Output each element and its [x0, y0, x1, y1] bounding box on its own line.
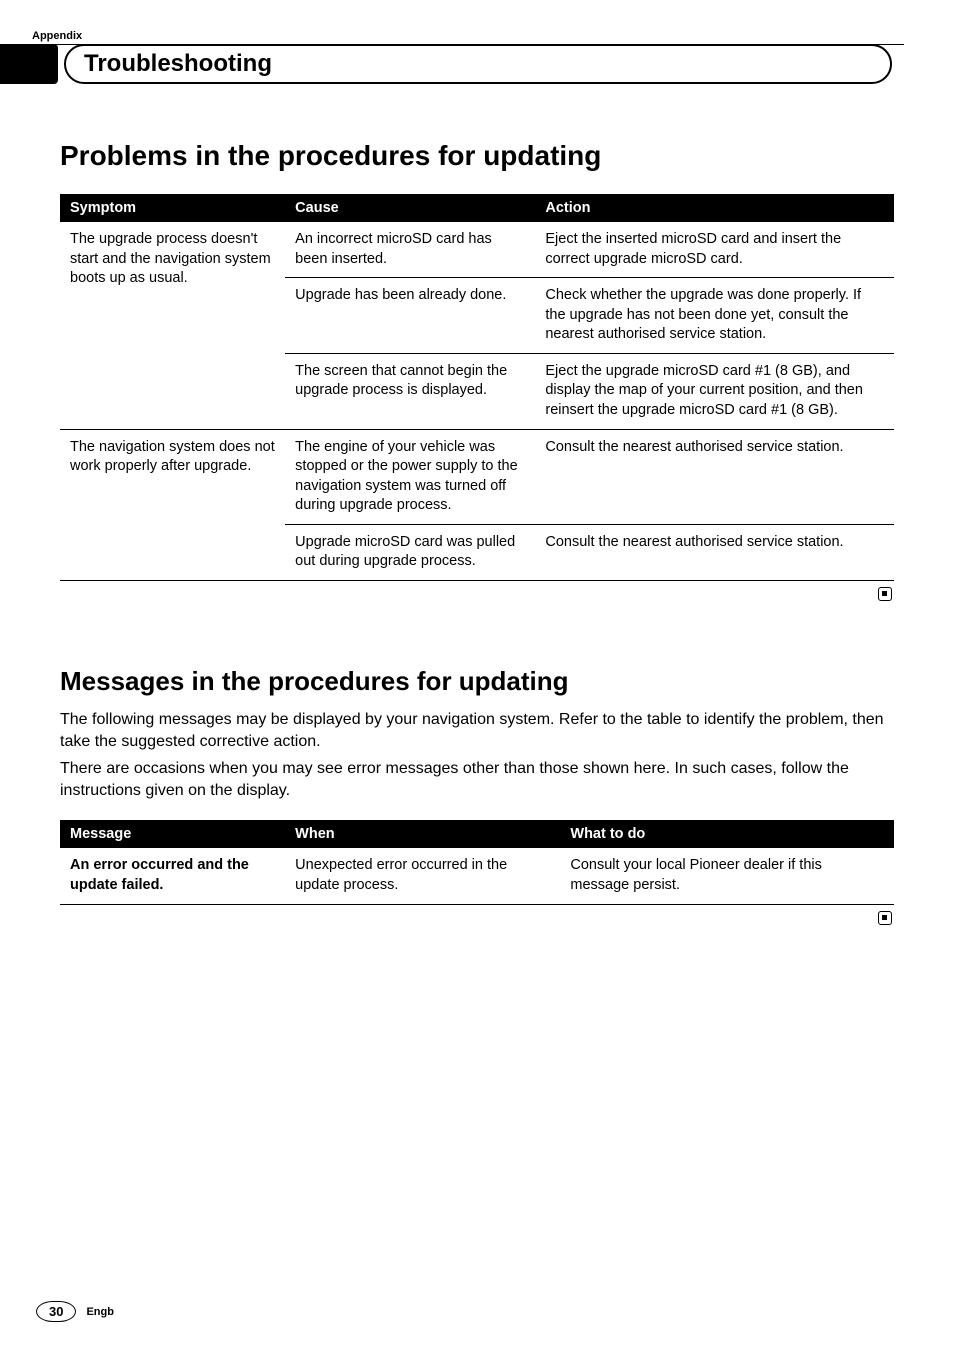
action-cell: Eject the upgrade microSD card #1 (8 GB)…	[535, 353, 894, 429]
cause-cell: An incorrect microSD card has been inser…	[285, 222, 535, 278]
col-header-cause: Cause	[285, 194, 535, 222]
action-cell: Consult the nearest authorised service s…	[535, 524, 894, 580]
what-cell: Consult your local Pioneer dealer if thi…	[560, 848, 894, 904]
problems-table: Symptom Cause Action The upgrade process…	[60, 194, 894, 581]
section-end-icon	[60, 911, 894, 930]
cause-cell: Upgrade has been already done.	[285, 278, 535, 354]
messages-heading: Messages in the procedures for updating	[60, 666, 894, 697]
col-header-what: What to do	[560, 820, 894, 848]
col-header-symptom: Symptom	[60, 194, 285, 222]
symptom-cell: The upgrade process doesn't start and th…	[60, 222, 285, 429]
section-title-bubble: Troubleshooting	[64, 44, 892, 84]
cause-cell: Upgrade microSD card was pulled out duri…	[285, 524, 535, 580]
section-tab	[0, 44, 58, 84]
table-header-row: Symptom Cause Action	[60, 194, 894, 222]
table-row: An error occurred and the update failed.…	[60, 848, 894, 904]
action-cell: Eject the inserted microSD card and inse…	[535, 222, 894, 278]
page-footer: 30 Engb	[36, 1301, 114, 1322]
cause-cell: The engine of your vehicle was stopped o…	[285, 429, 535, 524]
action-cell: Check whether the upgrade was done prope…	[535, 278, 894, 354]
appendix-label: Appendix	[32, 30, 894, 42]
table-row: The upgrade process doesn't start and th…	[60, 222, 894, 278]
action-cell: Consult the nearest authorised service s…	[535, 429, 894, 524]
language-label: Engb	[86, 1306, 114, 1318]
cause-cell: The screen that cannot begin the upgrade…	[285, 353, 535, 429]
messages-table: Message When What to do An error occurre…	[60, 820, 894, 904]
message-cell: An error occurred and the update failed.	[60, 848, 285, 904]
messages-intro-2: There are occasions when you may see err…	[60, 758, 894, 803]
page-number: 30	[36, 1301, 76, 1322]
col-header-when: When	[285, 820, 560, 848]
problems-heading: Problems in the procedures for updating	[60, 140, 894, 172]
table-row: The navigation system does not work prop…	[60, 429, 894, 524]
table-header-row: Message When What to do	[60, 820, 894, 848]
section-end-icon	[60, 587, 894, 606]
when-cell: Unexpected error occurred in the update …	[285, 848, 560, 904]
messages-intro-1: The following messages may be displayed …	[60, 709, 894, 754]
col-header-action: Action	[535, 194, 894, 222]
col-header-message: Message	[60, 820, 285, 848]
symptom-cell: The navigation system does not work prop…	[60, 429, 285, 580]
